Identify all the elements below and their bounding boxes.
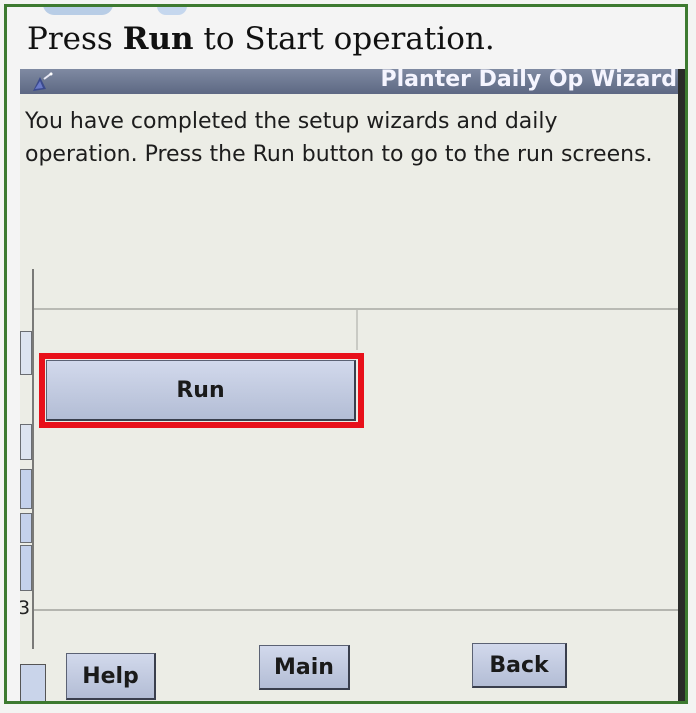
left-panel-stub [20,331,32,375]
bottom-divider [34,609,684,611]
instruction-caption: Press Run to Start operation. [27,21,495,57]
left-panel-stub [20,545,32,591]
left-divider [32,269,34,649]
display-screen: Planter Daily Op Wizard You have complet… [20,69,685,701]
wizard-hat-icon [30,71,54,93]
caption-text-after: to Start operation. [193,21,495,57]
help-button[interactable]: Help [66,653,156,700]
left-panel-stub [20,513,32,543]
left-panel-stub [20,469,32,509]
caption-text-before: Press [27,21,123,57]
content-divider [34,308,684,310]
mid-divider [356,310,358,350]
wizard-message: You have completed the setup wizards and… [25,109,653,167]
wizard-title: Planter Daily Op Wizard [380,69,677,92]
top-decoration [7,7,685,17]
back-button[interactable]: Back [472,643,567,688]
main-button[interactable]: Main [259,645,350,690]
caption-text-bold: Run [122,21,194,57]
wizard-titlebar: Planter Daily Op Wizard [20,69,683,94]
run-highlight-box [39,353,364,428]
screen-bezel [678,69,685,701]
screenshot-frame: Press Run to Start operation. Planter Da… [4,4,688,704]
bottom-left-stub [20,664,46,701]
left-panel-number: 3 [20,597,30,619]
left-panel-stub [20,424,32,460]
